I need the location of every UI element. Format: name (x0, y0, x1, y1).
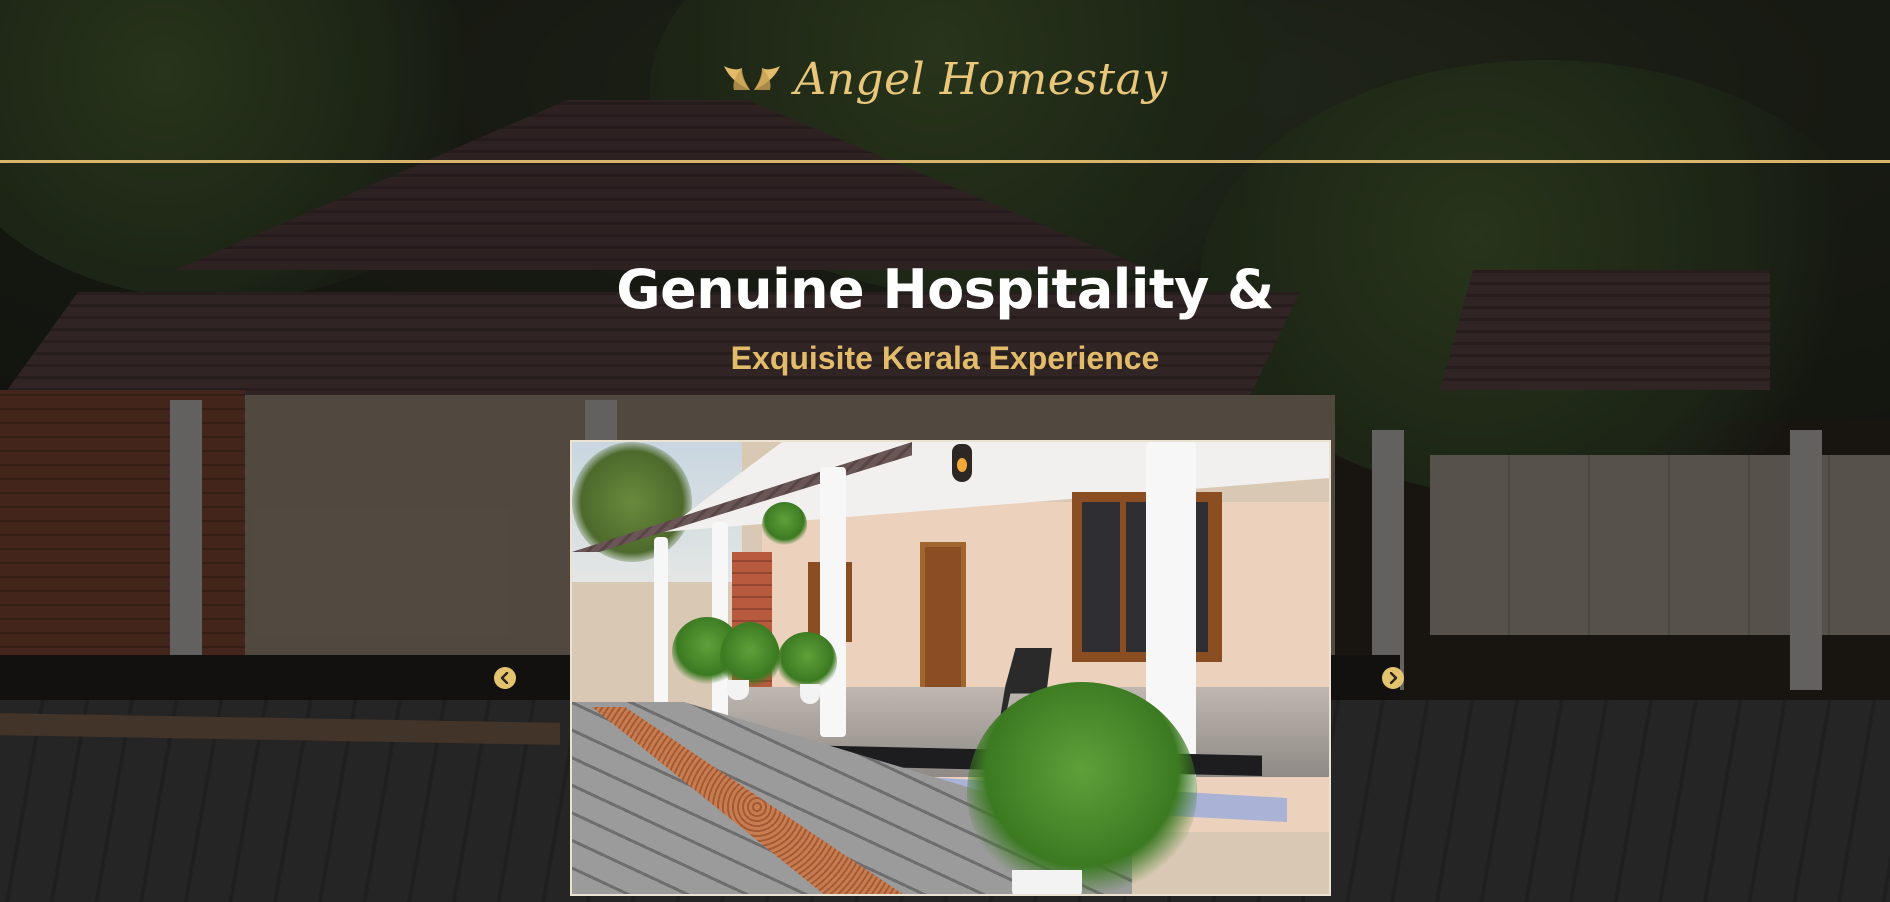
slide-plant-pot (727, 680, 749, 700)
slide-door (920, 542, 966, 702)
slide-plant-pot (1012, 870, 1082, 894)
carousel-prev-button[interactable] (494, 667, 516, 689)
slide-hanging-lamp (952, 444, 972, 482)
chevron-right-icon (1389, 672, 1398, 684)
hero-headline: Genuine Hospitality & (616, 258, 1274, 321)
carousel-next-button[interactable] (1382, 667, 1404, 689)
slide-plant (777, 632, 837, 692)
slide-plant (967, 682, 1197, 894)
site-logo[interactable]: Angel Homestay (0, 54, 1890, 105)
hero-subline: Exquisite Kerala Experience (730, 340, 1160, 376)
slide-pillar (654, 537, 668, 727)
angel-wings-icon (724, 65, 781, 90)
slide-plant (762, 502, 807, 547)
slide-tree (572, 442, 692, 562)
header-divider (0, 160, 1890, 163)
brand-name: Angel Homestay (794, 54, 1168, 105)
carousel-slide-image[interactable] (570, 440, 1331, 896)
slide-pillar (820, 467, 846, 737)
slide-plant-pot (800, 684, 820, 704)
chevron-left-icon (500, 672, 509, 684)
